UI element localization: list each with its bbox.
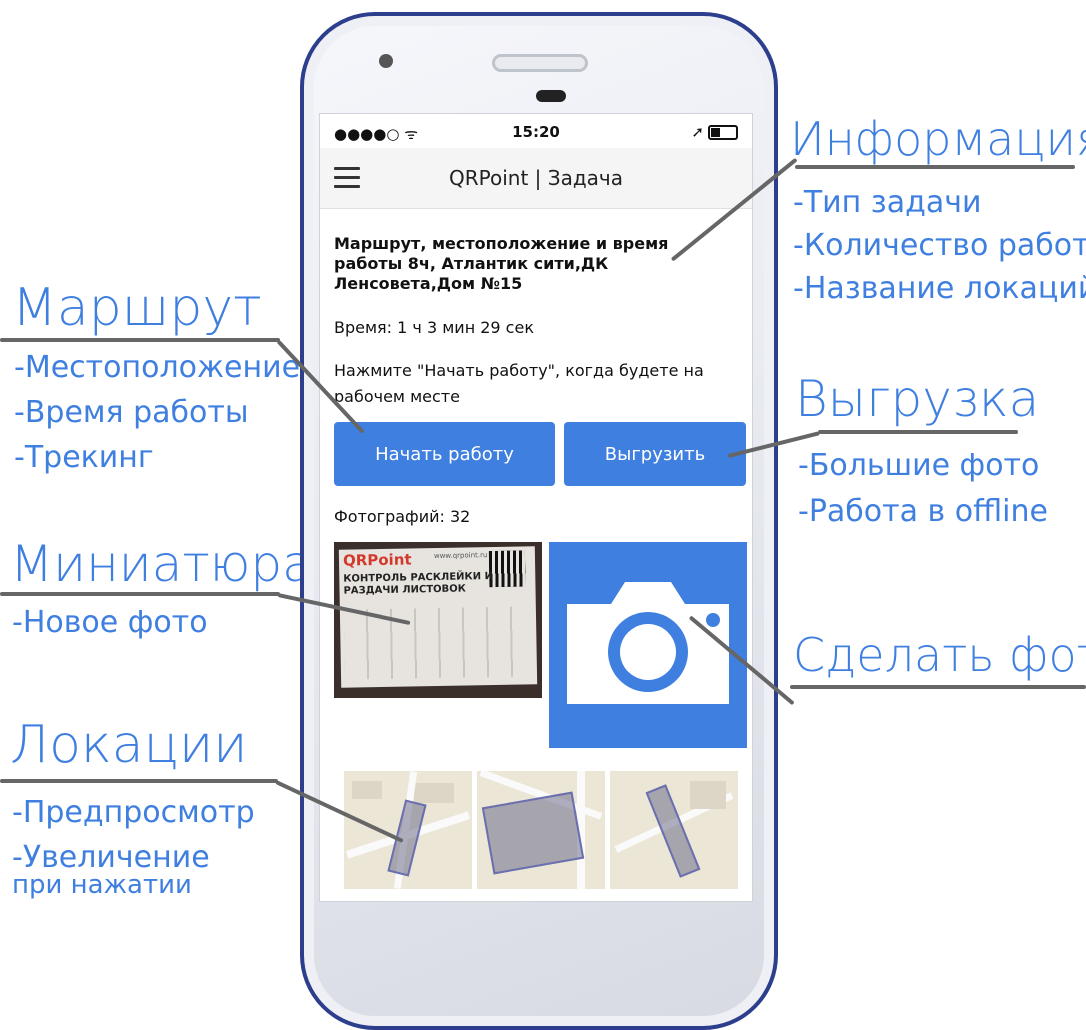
locations-annotation-item: -Предпросмотр [12, 795, 255, 830]
status-time: 15:20 [512, 123, 560, 141]
thumb-pointer-line [0, 592, 280, 596]
status-right-icons: ➚ [691, 123, 738, 141]
flyer-text-line: РАЗДАЧИ ЛИСТОВОК [343, 583, 467, 597]
front-camera-icon [379, 54, 393, 68]
locations-annotation-title: Локации [10, 715, 248, 775]
qr-code-icon [488, 550, 526, 588]
info-annotation-item: -Тип задачи [793, 185, 982, 220]
app-bar: QRPoint | Задача [320, 148, 752, 209]
route-annotation-title: Маршрут [12, 278, 262, 338]
locations-pointer-line [0, 779, 278, 783]
upload-button[interactable]: Выгрузить [564, 422, 746, 486]
flyer-url: www.qrpoint.ru [433, 551, 488, 561]
route-annotation-item: -Трекинг [14, 440, 154, 475]
location-map-preview[interactable] [344, 771, 472, 889]
flyer-logo: QRPoint [342, 550, 412, 570]
take-photo-button[interactable] [549, 542, 747, 748]
info-annotation-item: -Количество работы [793, 228, 1086, 263]
route-pointer-line [0, 338, 280, 342]
info-annotation-item: -Название локаций [793, 271, 1086, 306]
upload-annotation-title: Выгрузка [795, 370, 1040, 428]
task-time: Время: 1 ч 3 мин 29 сек [334, 318, 534, 337]
flyer-tear-strips [343, 606, 532, 680]
photo-pointer-line [790, 685, 1086, 689]
location-arrow-icon: ➚ [691, 123, 704, 141]
upload-annotation-item: -Большие фото [798, 448, 1040, 483]
photo-annotation-title: Сделать фото [793, 628, 1086, 682]
info-pointer-line [795, 165, 1075, 169]
info-annotation-title: Информация [790, 112, 1086, 166]
locations-annotation-item: при нажатии [12, 870, 192, 900]
route-annotation-item: -Местоположение [14, 350, 301, 385]
battery-icon [708, 125, 738, 140]
speaker-grille [492, 54, 588, 72]
proximity-sensor [536, 90, 566, 102]
task-title: Маршрут, местоположение и время работы 8… [334, 234, 669, 293]
page-title: QRPoint | Задача [449, 166, 623, 190]
camera-icon [567, 582, 729, 704]
thumb-annotation-title: Миниатюра [10, 535, 313, 593]
thumb-annotation-item: -Новое фото [12, 605, 208, 640]
location-map-preview[interactable] [477, 771, 605, 889]
photos-count: Фотографий: 32 [334, 507, 471, 526]
status-bar: ●●●●○ ᯤ 15:20 ➚ [320, 114, 752, 148]
photo-thumbnail[interactable]: QRPoint www.qrpoint.ru КОНТРОЛЬ РАСКЛЕЙК… [334, 542, 542, 698]
flyer-text: КОНТРОЛЬ РАСКЛЕЙКИ И РАЗДАЧИ ЛИСТОВОК [343, 571, 493, 598]
upload-annotation-item: -Работа в offline [798, 494, 1048, 529]
route-annotation-item: -Время работы [14, 395, 249, 430]
start-work-button[interactable]: Начать работу [334, 422, 555, 486]
flyer-photo: QRPoint www.qrpoint.ru КОНТРОЛЬ РАСКЛЕЙК… [338, 546, 538, 688]
upload-pointer-line [818, 430, 1018, 434]
task-hint: Нажмите "Начать работу", когда будете на… [334, 361, 704, 406]
location-map-preview[interactable] [610, 771, 738, 889]
phone-screen: ●●●●○ ᯤ 15:20 ➚ QRPoint | Задача Маршрут… [319, 113, 753, 902]
